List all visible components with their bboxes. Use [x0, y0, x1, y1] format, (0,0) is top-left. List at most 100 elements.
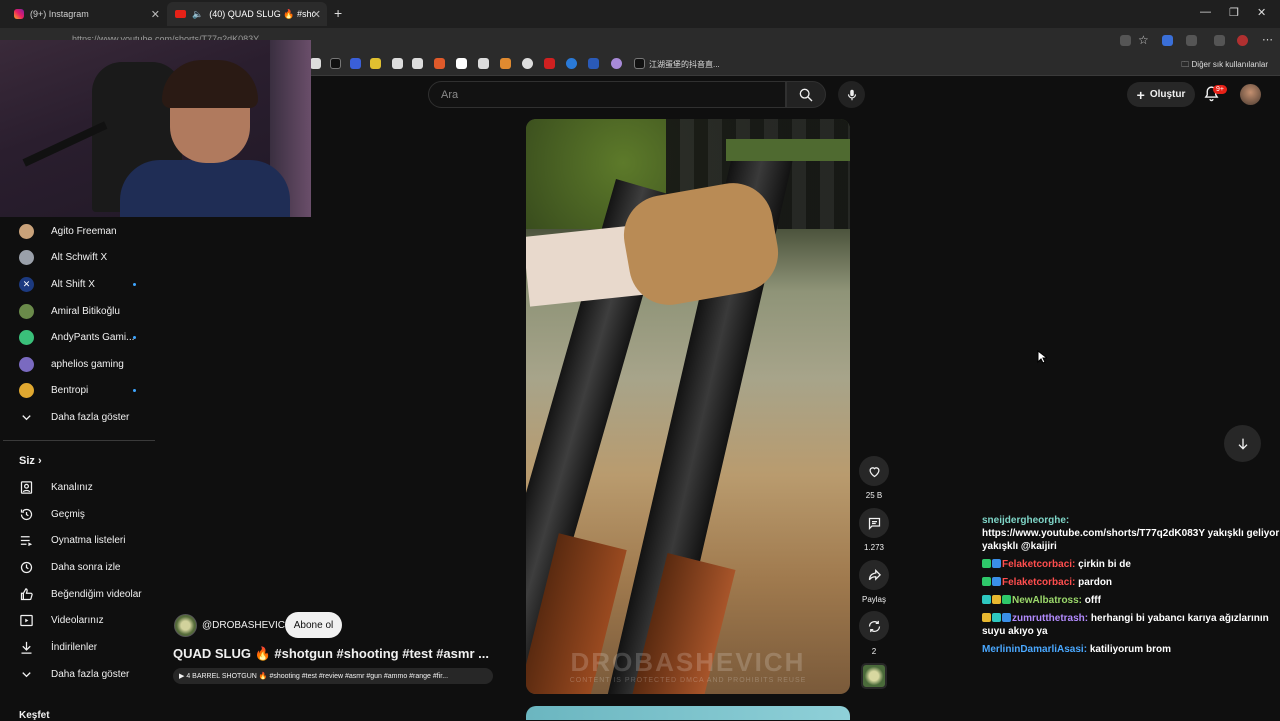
browser-tab-bar: (9+) Instagram ✕ 🔈 (40) QUAD SLUG 🔥 #sho…	[0, 0, 1280, 28]
puzzle-icon[interactable]	[1186, 35, 1197, 46]
sidebar-item-liked-videos[interactable]: Beğendiğim videolar	[3, 581, 155, 607]
sidebar-item-playlists[interactable]: Oynatma listeleri	[3, 527, 155, 553]
search-input[interactable]: Ara	[428, 81, 786, 108]
plus-icon: +	[1136, 86, 1145, 103]
speaker-icon[interactable]: 🔈	[192, 9, 203, 20]
sidebar-item-amiral-bitikoglu[interactable]: Amiral Bitikoğlu	[3, 298, 155, 324]
minimize-icon[interactable]: —	[1200, 6, 1211, 18]
star-icon[interactable]: ☆	[1138, 33, 1149, 47]
reddit-icon[interactable]	[434, 58, 445, 69]
sidebar-item-label: Oynatma listeleri	[51, 534, 126, 546]
close-icon[interactable]: ✕	[151, 8, 160, 21]
badge-icon	[982, 595, 991, 604]
tab-instagram[interactable]: (9+) Instagram ✕	[6, 2, 166, 26]
sidebar-item-label: Kanalınız	[51, 481, 93, 493]
bookmark-icon[interactable]	[392, 58, 403, 69]
avatar[interactable]	[1240, 84, 1261, 105]
webcam-overlay	[0, 40, 311, 217]
like-button[interactable]	[859, 456, 889, 486]
chat-message: sneijdergheorghe: https://www.youtube.co…	[982, 514, 1280, 553]
next-video-button[interactable]	[1224, 425, 1261, 462]
chat-message: NewAlbatross: offf	[982, 594, 1280, 607]
profile-icon[interactable]	[1237, 35, 1248, 46]
video-watermark: DROBASHEVICH	[570, 647, 806, 677]
bookmark-icon[interactable]	[522, 58, 533, 69]
badge-icon	[1002, 595, 1011, 604]
channel-name[interactable]: @DROBASHEVICH	[202, 620, 292, 631]
sidebar-item-watch-later[interactable]: Daha sonra izle	[3, 554, 155, 580]
show-more-you[interactable]: Daha fazla göster	[3, 661, 155, 687]
new-content-dot	[133, 388, 136, 392]
x-icon[interactable]	[330, 58, 341, 69]
voice-search-button[interactable]	[838, 81, 865, 108]
more-icon[interactable]: ⋯	[1262, 33, 1273, 46]
subscribe-button[interactable]: Abone ol	[285, 612, 342, 638]
bookmark-icon[interactable]	[588, 58, 599, 69]
streamer-hair	[162, 60, 258, 108]
sidebar-item-label: Daha sonra izle	[51, 561, 121, 573]
badge-icon	[992, 595, 1001, 604]
sound-pill[interactable]: ▶ 4 BARREL SHOTGUN 🔥 #shooting #test #re…	[173, 668, 493, 684]
new-tab-icon[interactable]: +	[334, 5, 342, 21]
remix-button[interactable]	[859, 611, 889, 641]
maximize-icon[interactable]: ❐	[1229, 6, 1239, 19]
sidebar-item-label: aphelios gaming	[51, 358, 124, 370]
bookmark-icon[interactable]	[412, 58, 423, 69]
sidebar-item-alt-schwift-x[interactable]: Alt Schwift X	[3, 244, 155, 270]
extension-icon[interactable]	[1162, 35, 1173, 46]
chat-text: https://www.youtube.com/shorts/T77q2dK08…	[982, 528, 1280, 552]
bookmark-icon[interactable]	[611, 58, 622, 69]
bookmark-icon[interactable]	[310, 58, 321, 69]
sidebar-item-aphelios-gaming[interactable]: aphelios gaming	[3, 351, 155, 377]
tiktok-icon[interactable]	[634, 58, 645, 69]
bookmark-icon[interactable]	[370, 58, 381, 69]
close-icon[interactable]: ✕	[312, 8, 321, 21]
channel-avatar	[19, 223, 34, 239]
sidebar-item-label: Alt Schwift X	[51, 251, 108, 263]
bookmark-icon[interactable]	[456, 58, 467, 69]
badge-icon	[992, 613, 1001, 622]
create-button[interactable]: + Oluştur	[1127, 82, 1195, 107]
chevron-down-icon	[22, 414, 31, 420]
folder-icon: 🗀	[1181, 60, 1192, 69]
you-section-header[interactable]: Siz ›	[19, 455, 42, 467]
show-more-subscriptions[interactable]: Daha fazla göster	[3, 404, 155, 430]
streamer-body	[120, 160, 290, 217]
channel-avatar[interactable]	[174, 614, 197, 637]
shorts-video-player[interactable]: DROBASHEVICH CONTENT IS PROTECTED DMCA A…	[526, 119, 850, 694]
sidebar-item-andypants[interactable]: AndyPants Gami...	[3, 324, 155, 350]
search-button[interactable]	[786, 81, 826, 108]
sidebar-item-your-channel[interactable]: Kanalınız	[3, 474, 155, 500]
playlists-icon	[20, 535, 33, 546]
video-watermark-subtitle: CONTENT IS PROTECTED DMCA AND PROHIBITS …	[569, 677, 807, 684]
video-title[interactable]: QUAD SLUG 🔥 #shotgun #shooting #test #as…	[173, 646, 489, 662]
clock-icon	[20, 561, 33, 573]
bookmark-icon[interactable]	[544, 58, 555, 69]
window-close-icon[interactable]: ✕	[1257, 6, 1266, 19]
bookmark-douyin[interactable]: 江湖蛋堡的抖音直...	[649, 59, 720, 70]
next-short-preview[interactable]	[526, 706, 850, 720]
bookmark-icon[interactable]	[566, 58, 577, 69]
bookmark-icon[interactable]	[478, 58, 489, 69]
notification-badge: 9+	[1213, 85, 1227, 94]
other-bookmarks[interactable]: 🗀 Diğer sık kullanılanlar	[1181, 59, 1268, 73]
bookmark-icon[interactable]	[350, 58, 361, 69]
bookmark-icon[interactable]	[500, 58, 511, 69]
sidebar-item-bentropi[interactable]: Bentropi	[3, 377, 155, 403]
create-label: Oluştur	[1149, 89, 1186, 100]
sidebar-item-label: Geçmiş	[51, 508, 85, 520]
sidebar-item-history[interactable]: Geçmiş	[3, 501, 155, 527]
comment-count: 1.273	[863, 543, 885, 552]
sidebar-item-agito-freeman[interactable]: Agito Freeman	[3, 218, 155, 244]
chat-username: sneijdergheorghe:	[982, 515, 1070, 526]
sound-thumbnail[interactable]	[861, 663, 887, 689]
sidebar-item-downloads[interactable]: İndirilenler	[3, 634, 155, 660]
collections-icon[interactable]	[1214, 35, 1225, 46]
sidebar-item-your-videos[interactable]: Videolarınız	[3, 607, 155, 633]
comments-button[interactable]	[859, 508, 889, 538]
extension-icon[interactable]	[1120, 35, 1131, 46]
sidebar-item-alt-shift-x[interactable]: ✕ Alt Shift X	[3, 271, 155, 297]
tab-label: (9+) Instagram	[30, 9, 89, 19]
share-button[interactable]	[859, 560, 889, 590]
tab-youtube[interactable]: 🔈 (40) QUAD SLUG 🔥 #shotgu ✕	[167, 2, 327, 26]
